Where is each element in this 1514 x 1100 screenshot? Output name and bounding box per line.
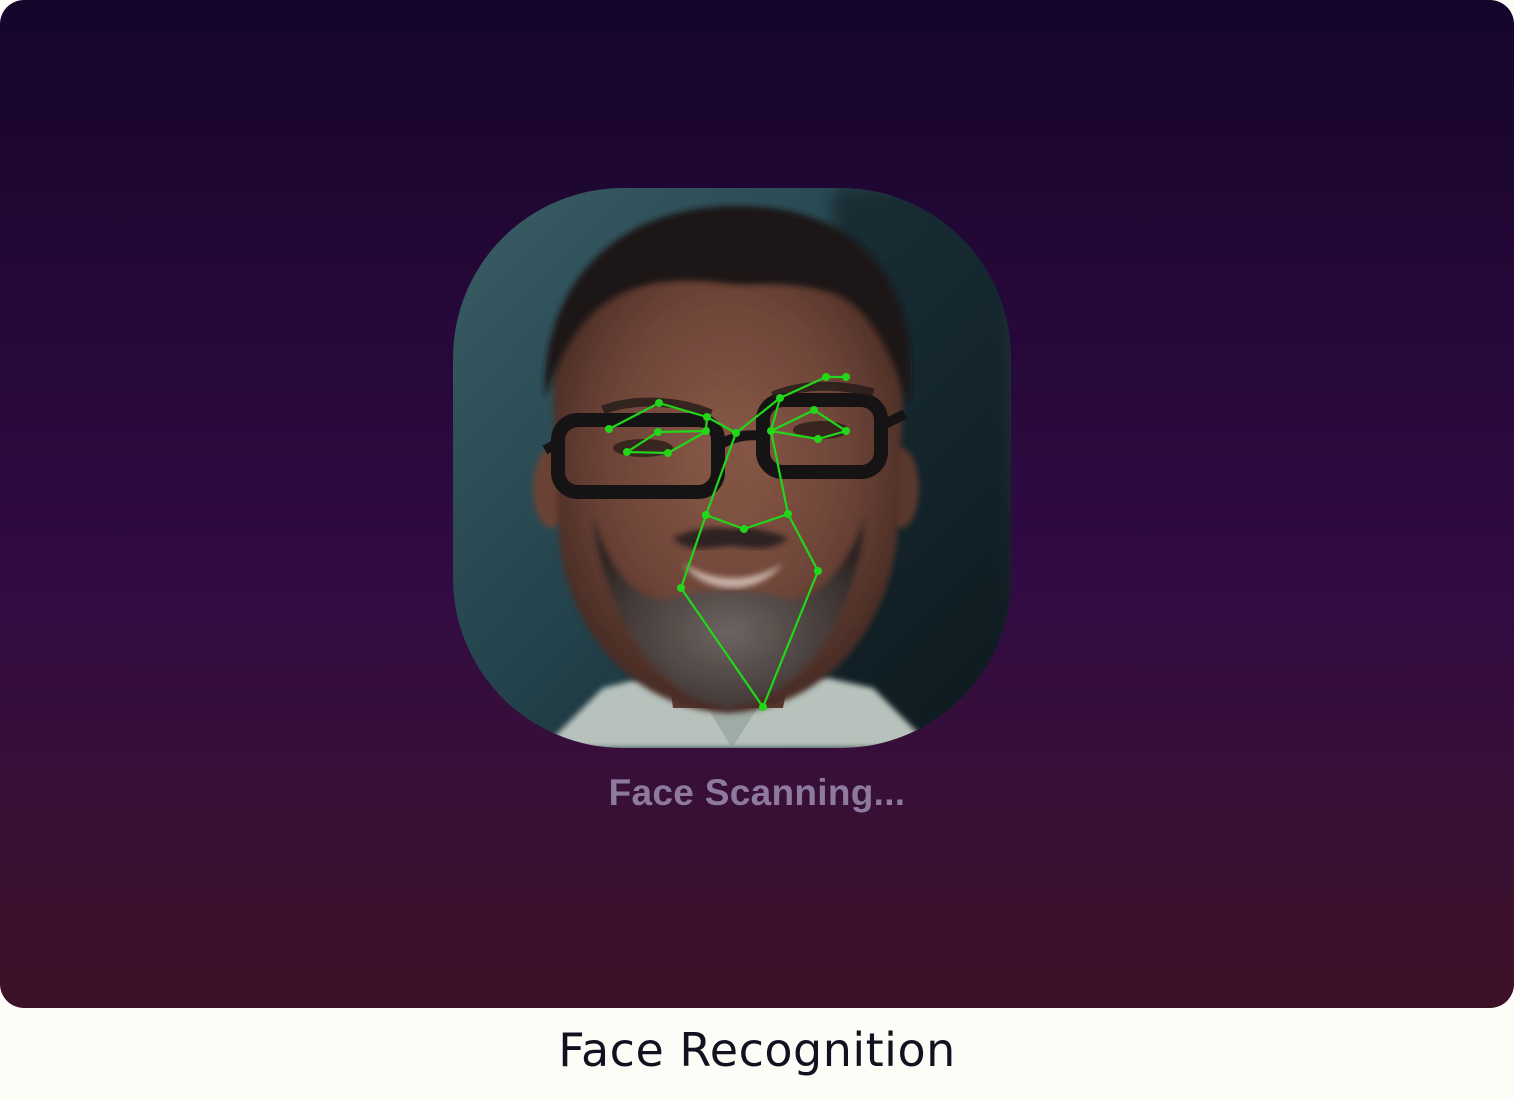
scanning-status-text: Face Scanning... (608, 772, 906, 813)
face-photo (453, 188, 1011, 748)
caption-title: Face Recognition (558, 1023, 956, 1077)
face-photo-canvas (453, 188, 1011, 748)
face-scan-card: Face Scanning... (0, 0, 1514, 1008)
